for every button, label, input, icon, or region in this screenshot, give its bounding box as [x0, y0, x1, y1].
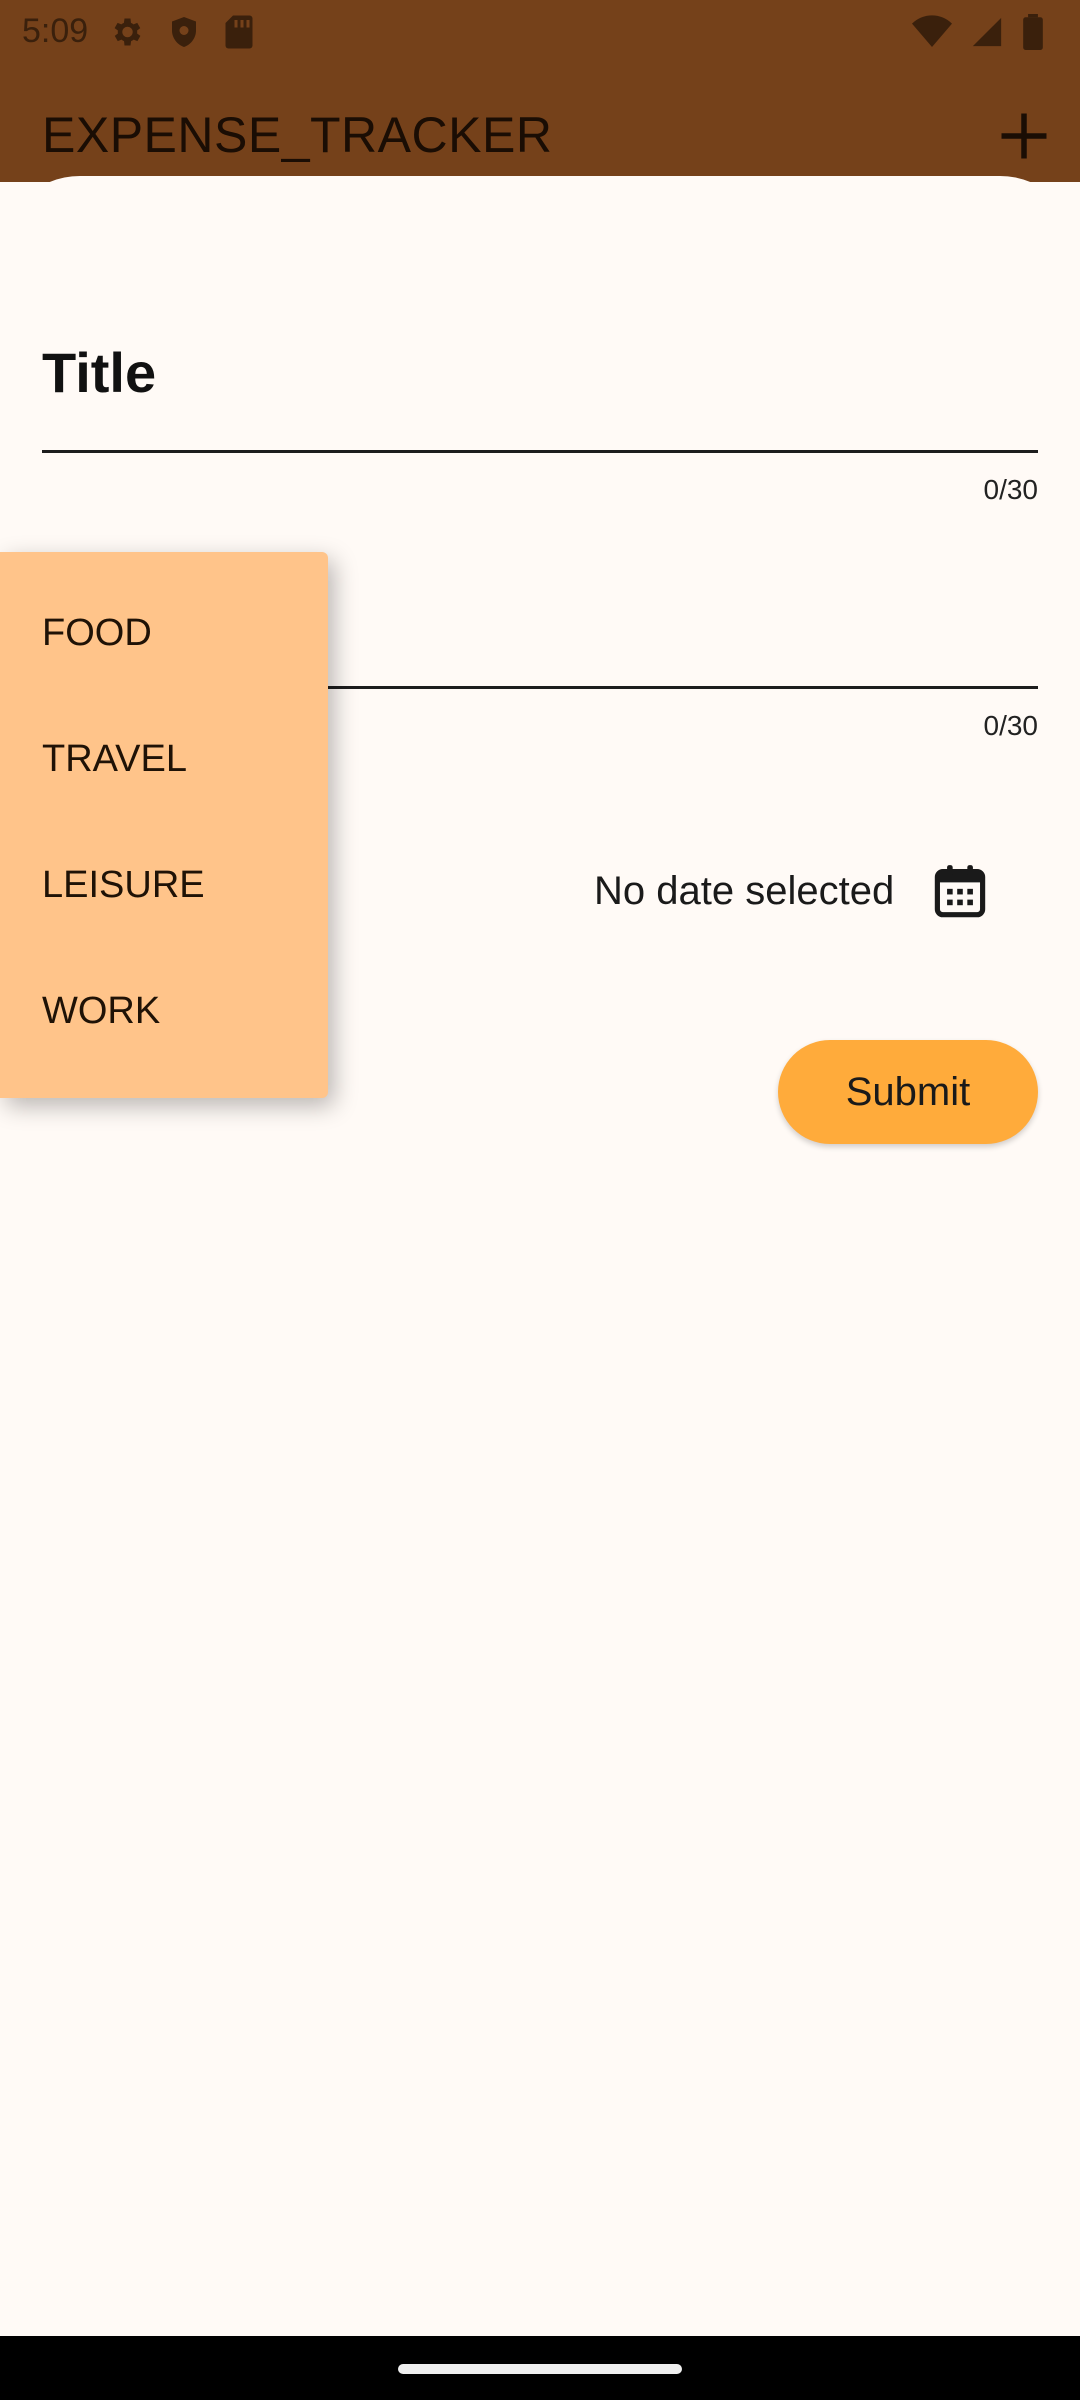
selected-date-text: No date selected [594, 868, 895, 913]
app-bar: EXPENSE_TRACKER [0, 62, 1080, 182]
app-title: EXPENSE_TRACKER [42, 107, 553, 163]
title-field-label: Title [42, 341, 157, 404]
title-field-underline [42, 450, 1038, 453]
status-time: 5:09 [22, 12, 89, 50]
battery-icon [1023, 14, 1043, 50]
settings-icon [114, 18, 141, 46]
wifi-icon [912, 15, 952, 47]
dropdown-item-leisure[interactable]: LEISURE [42, 864, 205, 907]
date-picker-row: No date selected [594, 856, 986, 926]
add-icon[interactable] [994, 106, 1054, 166]
status-icons-right [912, 14, 1044, 50]
cellular-signal-icon [972, 17, 1002, 47]
status-icons-left [108, 14, 254, 50]
submit-button[interactable]: Submit [778, 1040, 1038, 1144]
home-gesture-handle[interactable] [398, 2364, 682, 2374]
dropdown-item-work[interactable]: WORK [42, 990, 160, 1033]
amount-char-counter: 0/30 [983, 710, 1039, 741]
title-char-counter: 0/30 [983, 474, 1039, 505]
navigation-bar [0, 2336, 1080, 2400]
dropdown-item-travel[interactable]: TRAVEL [42, 738, 187, 781]
dropdown-item-food[interactable]: FOOD [42, 612, 152, 655]
status-bar: 5:09 [0, 0, 1080, 62]
sd-card-icon [225, 15, 253, 49]
calendar-icon[interactable] [934, 863, 986, 919]
category-dropdown-menu: FOOD TRAVEL LEISURE WORK [0, 552, 328, 1098]
new-expense-sheet [0, 176, 1080, 2336]
shield-icon [172, 17, 196, 47]
